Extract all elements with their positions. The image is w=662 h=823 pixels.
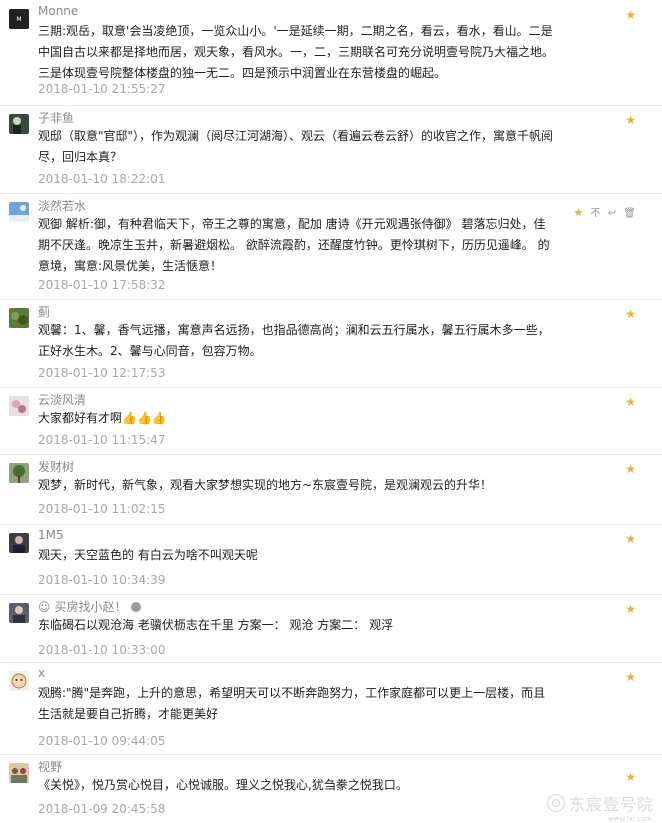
avatar-tree-icon <box>9 463 29 483</box>
comment-time: 2018-01-10 11:15:47 <box>38 433 166 447</box>
comment-time: 2018-01-10 10:33:00 <box>38 643 166 657</box>
comment-author[interactable]: Monne <box>38 4 78 18</box>
avatar-flower-icon <box>9 396 29 416</box>
avatar-person-icon <box>9 603 29 623</box>
watermark-text: 东宸壹号院 <box>568 795 654 814</box>
like-star-icon[interactable]: ★ <box>625 307 636 321</box>
watermark: 东宸壹号院 <box>546 791 654 815</box>
name-badge-icon: ☺ <box>38 599 51 614</box>
comment-item: 子非鱼 ★ 观邸（取意"官邸"），作为观澜（阅尽江河湖海）、观云（看遍云卷云舒）… <box>0 105 662 194</box>
comment-time: 2018-01-10 10:34:39 <box>38 573 166 587</box>
comment-author[interactable]: 淡然若水 <box>38 197 86 214</box>
avatar-plant-icon <box>9 308 29 328</box>
comment-time: 2018-01-10 11:02:15 <box>38 502 166 516</box>
comment-text: 东临碣石以观沧海 老骥伏枥志在千里 方案一： 观沧 方案二： 观浮 <box>38 618 394 632</box>
like-star-icon[interactable]: ★ <box>625 532 636 546</box>
like-star-icon[interactable]: ★ <box>625 602 636 616</box>
verified-icon <box>130 601 141 612</box>
avatar[interactable] <box>9 533 29 553</box>
avatar[interactable] <box>9 114 29 134</box>
comment-time: 2018-01-10 17:58:32 <box>38 278 166 292</box>
svg-text:M: M <box>16 16 21 23</box>
comment-time: 2018-01-10 09:44:05 <box>38 734 166 748</box>
comment-item: ☺ 买房找小赵！ ★ 东临碣石以观沧海 老骥伏枥志在千里 方案一： 观沧 方案二… <box>0 594 662 663</box>
comment-item: M Monne ★ 三期:观岳，取意'会当凌绝顶，一览众山小。'一是延续一期，二… <box>0 0 662 106</box>
comment-author[interactable]: 视野 <box>38 758 62 775</box>
comment-time: 2018-01-10 18:22:01 <box>38 172 166 186</box>
comment-text: 观天，天空蓝色的 有白云为啥不叫观天呢 <box>38 548 258 562</box>
comment-text: 三期:观岳，取意'会当凌绝顶，一览众山小。'一是延续一期，二期之名，看云，看水，… <box>38 24 555 80</box>
comment-text: 观馨：1、馨，香气远播，寓意声名远扬，也指品德高尚；澜和云五行属水，馨五行属木多… <box>38 323 550 358</box>
wechat-logo-icon <box>546 794 565 812</box>
comment-text: 观邸（取意"官邸"），作为观澜（阅尽江河湖海）、观云（看遍云卷云舒）的收官之作，… <box>38 129 554 164</box>
comment-author[interactable]: 1M5 <box>38 528 64 542</box>
comment-author[interactable]: ☺ 买房找小赵！ <box>38 598 141 615</box>
watermark-url: www.lxj.com <box>608 815 652 823</box>
like-star-icon[interactable]: ★ <box>625 8 636 22</box>
dislike-icon[interactable]: 不 <box>591 208 601 219</box>
comment-author[interactable]: 云淡风清 <box>38 391 86 408</box>
comment-author[interactable]: 蓟 <box>38 303 50 320</box>
like-star-icon[interactable]: ★ <box>625 113 636 127</box>
avatar-silhouette-icon <box>9 114 29 134</box>
avatar[interactable] <box>9 396 29 416</box>
avatar[interactable] <box>9 603 29 623</box>
like-star-icon[interactable]: ★ <box>625 395 636 409</box>
avatar[interactable] <box>9 671 29 691</box>
avatar-logo-icon: M <box>9 9 29 29</box>
comment-item: 发财树 ★ 观梦，新时代，新气象，观看大家梦想实现的地方~东宸壹号院，是观澜观云… <box>0 454 662 525</box>
comment-text: 《关悦》，悦乃赏心悦目，心悦诚服。理义之悦我心,犹刍豢之悦我口。 <box>38 778 408 792</box>
comment-time: 2018-01-10 12:17:53 <box>38 366 166 380</box>
comment-item: 1M5 ★ 观天，天空蓝色的 有白云为啥不叫观天呢 2018-01-10 10:… <box>0 524 662 595</box>
like-star-icon[interactable]: ★ <box>625 670 636 684</box>
comment-time: 2018-01-10 21:55:27 <box>38 82 166 96</box>
comment-item: 云淡风清 ★ 大家都好有才啊👍👍👍 2018-01-10 11:15:47 <box>0 387 662 455</box>
comment-item: x ★ 观腾:"腾"是奔跑，上升的意思，希望明天可以不断奔跑努力，工作家庭都可以… <box>0 662 662 755</box>
avatar-person-icon <box>9 533 29 553</box>
avatar[interactable] <box>9 308 29 328</box>
comment-author[interactable]: x <box>38 666 45 680</box>
comment-author[interactable]: 发财树 <box>38 458 74 475</box>
like-star-icon[interactable]: ★ <box>573 206 583 219</box>
reply-icon[interactable]: ↩ <box>608 208 616 219</box>
avatar-cartoon-icon <box>9 671 29 691</box>
like-star-icon[interactable]: ★ <box>625 770 636 784</box>
comment-text: 观御 解析:御，有种君临天下，帝王之尊的寓意，配加 唐诗《开元观遇张侍御》 碧落… <box>38 217 550 273</box>
comment-text: 观腾:"腾"是奔跑，上升的意思，希望明天可以不断奔跑努力，工作家庭都可以更上一层… <box>38 686 546 721</box>
avatar-sky-icon <box>9 202 29 222</box>
comment-actions: ★ 不 ↩ 🗑 <box>569 204 636 219</box>
comment-time: 2018-01-09 20:45:58 <box>38 802 166 816</box>
comment-item: 蓟 ★ 观馨：1、馨，香气远播，寓意声名远扬，也指品德高尚；澜和云五行属水，馨五… <box>0 299 662 388</box>
avatar[interactable] <box>9 202 29 222</box>
avatar[interactable] <box>9 463 29 483</box>
comment-text: 观梦，新时代，新气象，观看大家梦想实现的地方~东宸壹号院，是观澜观云的升华！ <box>38 478 493 492</box>
delete-icon[interactable]: 🗑 <box>623 208 636 219</box>
avatar[interactable]: M <box>9 9 29 29</box>
comment-author[interactable]: 子非鱼 <box>38 109 74 126</box>
avatar[interactable] <box>9 763 29 783</box>
like-star-icon[interactable]: ★ <box>625 462 636 476</box>
avatar-people-icon <box>9 763 29 783</box>
comment-text: 大家都好有才啊👍👍👍 <box>38 411 167 425</box>
comment-item: 淡然若水 ★ 不 ↩ 🗑 观御 解析:御，有种君临天下，帝王之尊的寓意，配加 唐… <box>0 193 662 300</box>
comment-author-name[interactable]: 买房找小赵！ <box>55 598 127 615</box>
